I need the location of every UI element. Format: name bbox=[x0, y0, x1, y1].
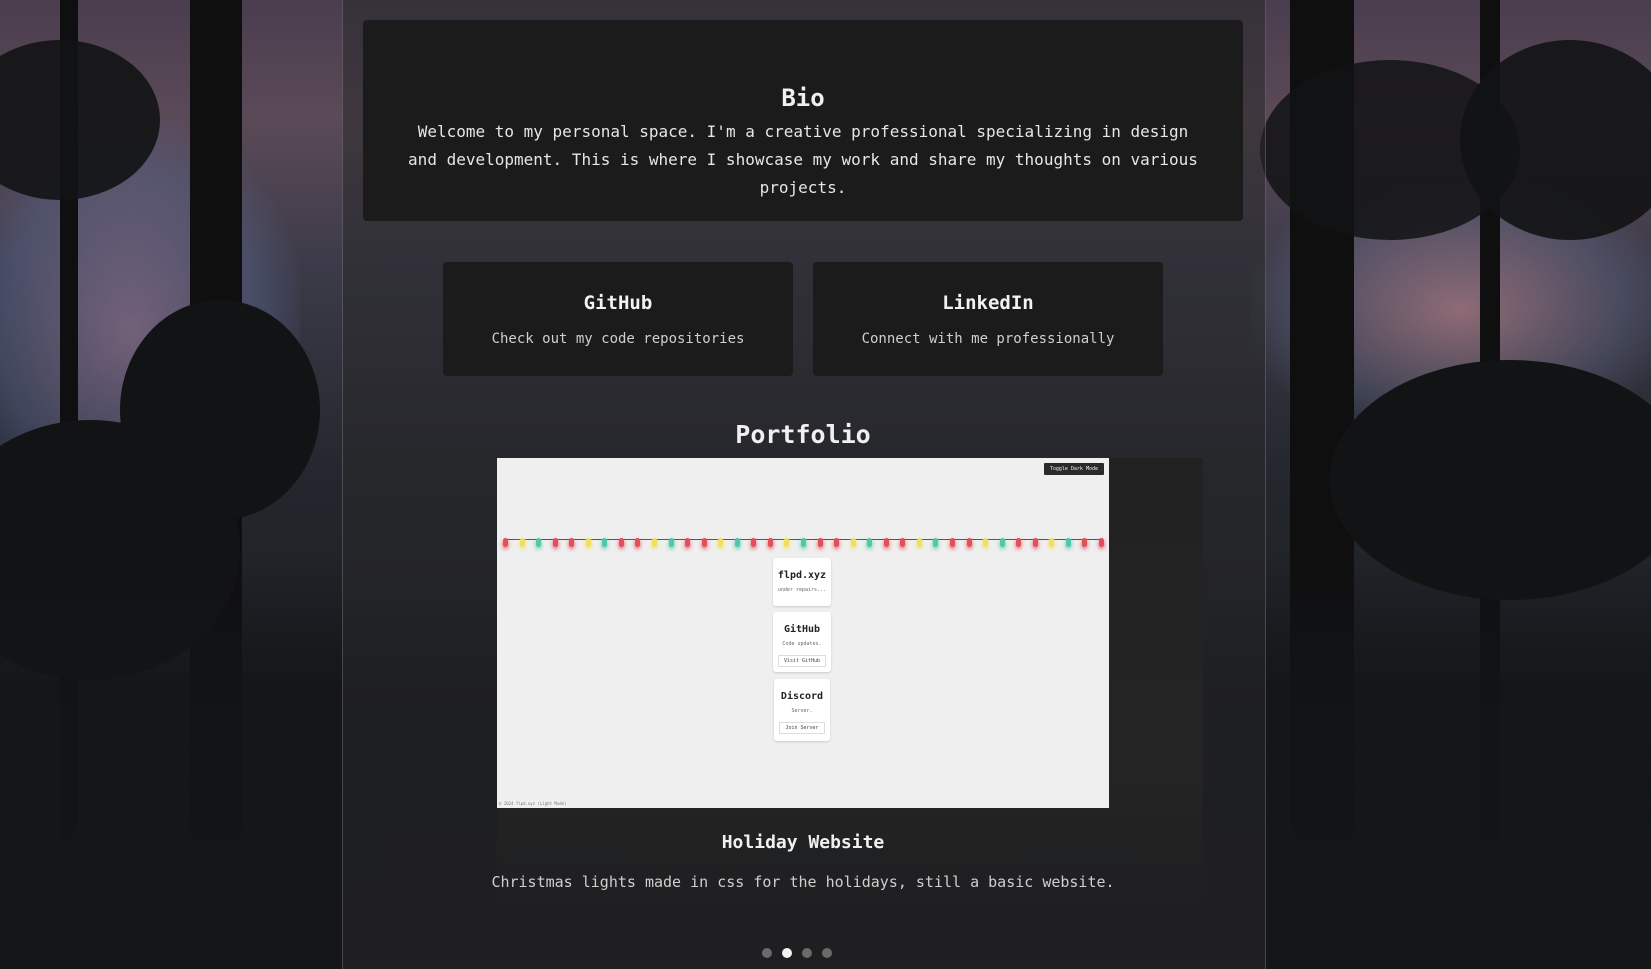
light-bulb bbox=[552, 538, 558, 547]
github-link-card[interactable]: GitHub Check out my code repositories bbox=[443, 262, 793, 376]
light-bulb bbox=[618, 538, 624, 547]
light-bulb bbox=[635, 538, 641, 547]
screenshot-card-title: Discord bbox=[780, 691, 824, 702]
linkedin-description: Connect with me professionally bbox=[861, 331, 1115, 347]
light-bulb bbox=[966, 538, 972, 547]
screenshot-card-flpd: flpd.xyz under repairs... bbox=[773, 558, 831, 606]
screenshot-card-title: flpd.xyz bbox=[777, 570, 827, 581]
screenshot-card-button: Join Server bbox=[779, 722, 825, 734]
light-bulb bbox=[536, 538, 542, 547]
light-bulb bbox=[751, 538, 757, 547]
light-bulb bbox=[668, 538, 674, 547]
light-bulb bbox=[1032, 538, 1038, 547]
light-bulb bbox=[1049, 538, 1055, 547]
light-bulb bbox=[900, 538, 906, 547]
light-bulb bbox=[569, 538, 575, 547]
carousel-dot-2[interactable] bbox=[782, 948, 792, 958]
light-bulb bbox=[950, 538, 955, 547]
bio-text: Welcome to my personal space. I'm a crea… bbox=[408, 122, 1198, 197]
tree-foliage bbox=[120, 300, 320, 520]
light-bulb bbox=[801, 538, 806, 547]
carousel-dot-4[interactable] bbox=[822, 948, 832, 958]
light-bulb bbox=[734, 538, 740, 547]
light-bulb bbox=[883, 538, 889, 547]
screenshot-card-subtitle: Code updates. bbox=[782, 641, 822, 647]
light-bulb bbox=[701, 538, 707, 547]
screenshot-card-title: GitHub bbox=[783, 624, 821, 635]
screenshot-card-github: GitHub Code updates. Visit GitHub bbox=[773, 612, 831, 672]
light-bulb bbox=[1099, 538, 1104, 547]
bio-card: Bio Welcome to my personal space. I'm a … bbox=[363, 20, 1243, 221]
portfolio-item-title: Holiday Website bbox=[721, 832, 885, 853]
light-bulb bbox=[767, 538, 773, 547]
screenshot-toggle-dark-mode: Toggle Dark Mode bbox=[1043, 463, 1104, 475]
screenshot-card-subtitle: under repairs... bbox=[777, 587, 827, 593]
light-bulb bbox=[718, 538, 724, 547]
light-bulb bbox=[602, 538, 608, 547]
light-bulb bbox=[503, 538, 508, 547]
light-bulb bbox=[784, 538, 790, 547]
screenshot-footer: © 2024 flpd.xyz (Light Mode) bbox=[499, 801, 567, 806]
screenshot-card-subtitle: Server. bbox=[791, 708, 813, 714]
light-bulb bbox=[585, 538, 591, 547]
carousel-dot-3[interactable] bbox=[802, 948, 812, 958]
bio-title: Bio bbox=[781, 84, 825, 112]
christmas-lights bbox=[503, 536, 1104, 547]
linkedin-link-card[interactable]: LinkedIn Connect with me professionally bbox=[813, 262, 1163, 376]
light-bulb bbox=[519, 538, 525, 547]
light-bulb bbox=[916, 538, 922, 547]
portfolio-screenshot[interactable]: Toggle Dark Mode flpd.xyz under repairs.… bbox=[497, 458, 1109, 808]
light-bulb bbox=[867, 538, 873, 547]
carousel-dots bbox=[762, 948, 852, 960]
screenshot-card-discord: Discord Server. Join Server bbox=[774, 679, 830, 741]
light-bulb bbox=[685, 538, 691, 547]
github-description: Check out my code repositories bbox=[491, 331, 745, 347]
screenshot-card-button: Visit GitHub bbox=[777, 655, 827, 667]
light-bulb bbox=[999, 538, 1005, 547]
carousel-dot-1[interactable] bbox=[762, 948, 772, 958]
light-bulb bbox=[1065, 538, 1071, 547]
light-bulb bbox=[834, 538, 840, 547]
light-bulb bbox=[850, 538, 856, 547]
light-bulb bbox=[933, 538, 939, 547]
portfolio-item-description: Christmas lights made in css for the hol… bbox=[491, 873, 1115, 891]
light-bulb bbox=[817, 538, 823, 547]
github-title: GitHub bbox=[583, 292, 653, 314]
linkedin-title: LinkedIn bbox=[942, 292, 1034, 314]
light-bulb bbox=[983, 538, 989, 547]
light-bulb bbox=[652, 538, 657, 547]
light-bulb bbox=[1082, 538, 1088, 547]
portfolio-title: Portfolio bbox=[735, 420, 871, 449]
light-bulb bbox=[1016, 538, 1022, 547]
